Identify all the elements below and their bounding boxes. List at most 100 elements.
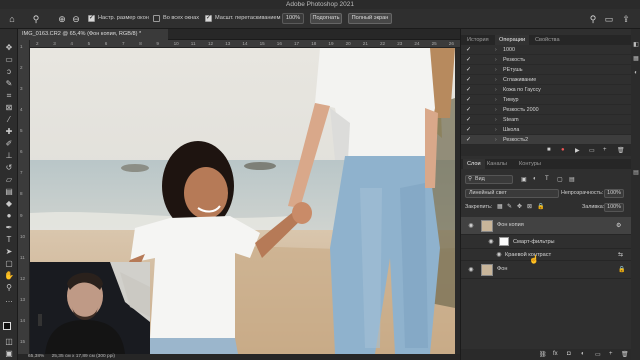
more-tools-icon[interactable]: …: [3, 295, 15, 305]
frame-tool-icon[interactable]: ⊠: [3, 103, 15, 113]
layer-row-smart-filters[interactable]: ◉ Смарт-фильтры: [461, 235, 631, 249]
expand-arrow-icon[interactable]: ›: [495, 65, 497, 75]
healing-brush-tool-icon[interactable]: ✚: [3, 127, 15, 137]
expand-arrow-icon[interactable]: ›: [495, 45, 497, 55]
screen-mode-icon[interactable]: ▣: [3, 349, 15, 359]
tab-channels[interactable]: Каналы: [483, 159, 511, 169]
filter-pixel-icon[interactable]: ▣: [521, 176, 527, 183]
action-row-selected[interactable]: ✓ › Резкость2: [461, 135, 631, 145]
expand-arrow-icon[interactable]: ›: [495, 105, 497, 115]
ruler-horizontal[interactable]: 2 3 4 5 6 7 8 9 10 11 12 13 14 15 16 17 18 19 20 21 22 23 24 25…: [30, 40, 460, 48]
add-mask-icon[interactable]: ◘: [567, 351, 571, 357]
new-set-icon[interactable]: ▭: [589, 147, 595, 154]
fit-screen-button[interactable]: Подогнать: [310, 13, 342, 24]
tab-actions[interactable]: Операции: [495, 35, 530, 45]
visibility-eye-icon[interactable]: ◉: [467, 266, 475, 274]
tab-paths[interactable]: Контуры: [515, 159, 545, 169]
lock-transparent-icon[interactable]: ▦: [497, 203, 503, 210]
move-tool-icon[interactable]: ✥: [3, 43, 15, 53]
layer-name[interactable]: Фон копия: [497, 222, 524, 228]
expand-arrow-icon[interactable]: ›: [495, 75, 497, 85]
filter-smart-icon[interactable]: ▤: [569, 176, 575, 183]
resize-windows-checkbox[interactable]: ✓: [88, 15, 95, 22]
expand-arrow-icon[interactable]: ›: [495, 125, 497, 135]
tab-history[interactable]: История: [463, 35, 493, 45]
action-row[interactable]: ✓ › 1000: [461, 45, 631, 55]
tab-properties[interactable]: Свойства: [531, 35, 564, 45]
layer-filter-dropdown[interactable]: ⚲ Вид: [465, 175, 513, 184]
lock-position-icon[interactable]: ✥: [517, 203, 522, 210]
panel-icon-swatches[interactable]: ▦: [632, 55, 640, 63]
expand-arrow-icon[interactable]: ›: [495, 115, 497, 125]
document-canvas[interactable]: [30, 48, 455, 354]
layer-row-background[interactable]: ◉ Фон 🔒: [461, 261, 631, 279]
rectangle-tool-icon[interactable]: ▢: [3, 259, 15, 269]
layer-row-smart-object[interactable]: ◉ Фон копия ⚙: [461, 217, 631, 235]
adjustment-layer-icon[interactable]: ◐: [581, 351, 585, 357]
visibility-eye-icon[interactable]: ◉: [487, 238, 495, 246]
crop-tool-icon[interactable]: ⌗: [3, 91, 15, 101]
zoom-tool-side-icon[interactable]: ⚲: [3, 283, 15, 293]
home-icon[interactable]: ⌂: [6, 13, 18, 25]
delete-layer-icon[interactable]: 🗑: [621, 351, 629, 358]
new-action-icon[interactable]: +: [603, 147, 607, 153]
panel-icon-color[interactable]: ◧: [632, 41, 640, 49]
action-row[interactable]: ✓ › Кожа по Гауссу: [461, 85, 631, 95]
zoom-status[interactable]: 65,38%: [28, 354, 44, 359]
scrubby-zoom-checkbox[interactable]: ✓: [205, 15, 212, 22]
hand-tool-icon[interactable]: ✋: [3, 271, 15, 281]
pen-tool-icon[interactable]: ✒: [3, 223, 15, 233]
filter-type-icon[interactable]: T: [545, 176, 549, 182]
new-layer-icon[interactable]: +: [609, 351, 613, 357]
zoom-out-icon[interactable]: ⊖: [70, 13, 82, 25]
new-group-icon[interactable]: ▭: [595, 351, 601, 358]
eyedropper-tool-icon[interactable]: ⁄: [3, 115, 15, 125]
action-row[interactable]: ✓ › Резкость 2000: [461, 105, 631, 115]
ruler-vertical[interactable]: 1 2 3 4 5 6 7 8 9 10 11 12 13 14 15: [18, 40, 30, 356]
share-icon[interactable]: ⇪: [620, 13, 632, 25]
action-row[interactable]: ✓ › Резкость: [461, 55, 631, 65]
zoom-value-field[interactable]: 100%: [282, 13, 304, 24]
gradient-tool-icon[interactable]: ▤: [3, 187, 15, 197]
type-tool-icon[interactable]: T: [3, 235, 15, 245]
history-brush-tool-icon[interactable]: ↺: [3, 163, 15, 173]
stop-icon[interactable]: ■: [547, 147, 551, 153]
opacity-field[interactable]: 100%: [604, 189, 624, 198]
expand-arrow-icon[interactable]: ›: [495, 85, 497, 95]
link-layers-icon[interactable]: ⛓: [539, 351, 547, 358]
record-icon[interactable]: ●: [561, 147, 565, 153]
tab-layers[interactable]: Слои: [463, 159, 485, 169]
eraser-tool-icon[interactable]: ▱: [3, 175, 15, 185]
zoom-tool-icon[interactable]: ⚲: [30, 13, 42, 25]
filter-shape-icon[interactable]: ▢: [557, 176, 563, 183]
lasso-tool-icon[interactable]: ↄ: [3, 67, 15, 77]
zoom-in-icon[interactable]: ⊕: [56, 13, 68, 25]
search-icon[interactable]: ⚲: [587, 13, 599, 25]
action-row[interactable]: ✓ › Steam: [461, 115, 631, 125]
clone-stamp-tool-icon[interactable]: ⊥: [3, 151, 15, 161]
quick-mask-icon[interactable]: ◫: [3, 337, 15, 347]
quick-select-tool-icon[interactable]: ✎: [3, 79, 15, 89]
dodge-tool-icon[interactable]: ●: [3, 211, 15, 221]
visibility-eye-icon[interactable]: ◉: [495, 251, 503, 259]
layer-row-filter[interactable]: ◉ Краевой контраст ⇆: [461, 249, 631, 261]
play-icon[interactable]: ▶: [575, 147, 580, 154]
expand-arrow-icon[interactable]: ›: [495, 55, 497, 65]
layer-name[interactable]: Фон: [497, 266, 507, 272]
fill-field[interactable]: 100%: [604, 203, 624, 212]
expand-arrow-icon[interactable]: ›: [495, 135, 497, 145]
path-select-tool-icon[interactable]: ➤: [3, 247, 15, 257]
blur-tool-icon[interactable]: ◆: [3, 199, 15, 209]
action-row[interactable]: ✓ › Тимур: [461, 95, 631, 105]
filter-mask-thumbnail[interactable]: [499, 237, 509, 246]
expand-arrow-icon[interactable]: ›: [495, 95, 497, 105]
blend-mode-select[interactable]: Линейный свет: [465, 189, 559, 198]
panel-icon-adjustments[interactable]: ◐: [632, 69, 640, 77]
delete-action-icon[interactable]: 🗑: [617, 147, 625, 154]
action-row[interactable]: ✓ › РЕтушь: [461, 65, 631, 75]
filter-options-icon[interactable]: ⇆: [618, 251, 623, 258]
fill-screen-button[interactable]: Полный экран: [348, 13, 392, 24]
lock-pixels-icon[interactable]: ✎: [507, 203, 512, 210]
visibility-eye-icon[interactable]: ◉: [467, 222, 475, 230]
lock-artboard-icon[interactable]: ⊠: [527, 203, 532, 210]
